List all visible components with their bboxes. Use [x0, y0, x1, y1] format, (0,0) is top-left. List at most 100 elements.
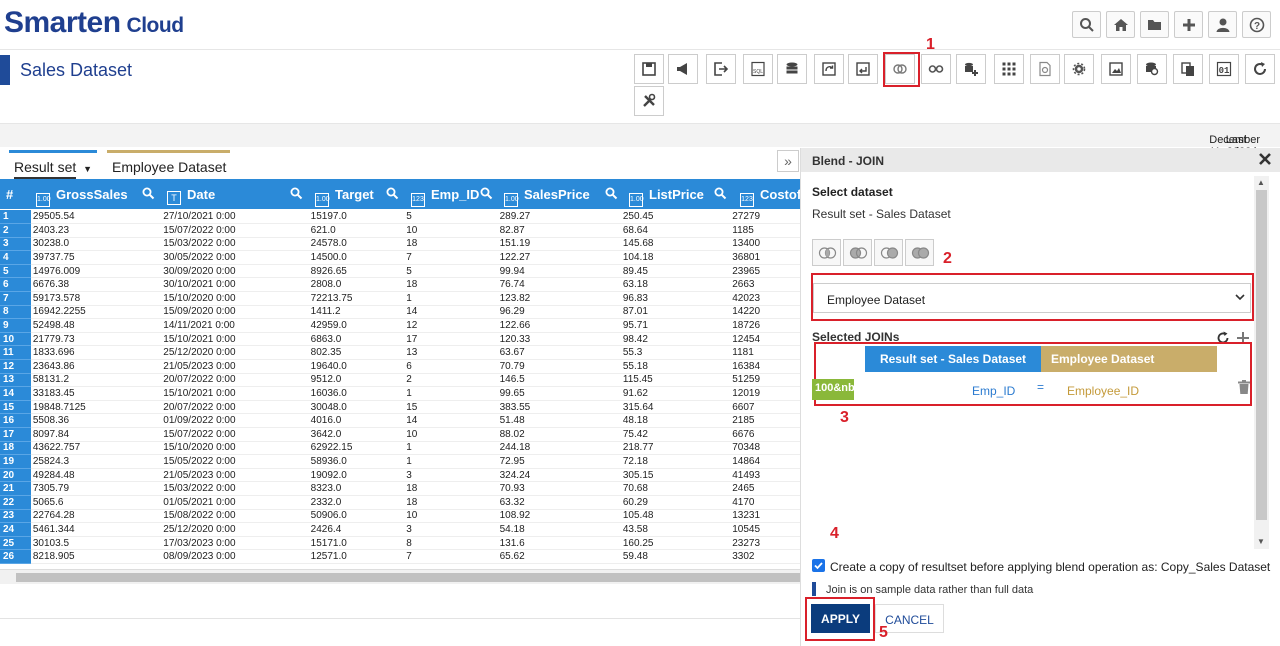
table-cell[interactable]: 12454 [730, 332, 800, 347]
table-cell[interactable]: 621.0 [308, 223, 405, 238]
table-cell[interactable]: 25/12/2020 0:00 [161, 522, 309, 537]
table-cell[interactable]: 19848.7125 [30, 400, 162, 415]
search-icon[interactable] [386, 179, 399, 209]
table-cell[interactable]: 10 [404, 427, 498, 442]
table-cell[interactable]: 9512.0 [308, 373, 405, 388]
table-cell[interactable]: 23273 [730, 536, 800, 551]
save-icon[interactable] [634, 54, 664, 84]
table-cell[interactable]: 10 [404, 223, 498, 238]
table-cell[interactable]: 383.55 [497, 400, 621, 415]
copy-resultset-checkbox[interactable] [812, 559, 825, 572]
table-cell[interactable]: 41493 [730, 468, 800, 483]
table-cell[interactable]: 6 [404, 359, 498, 374]
table-row[interactable]: 13 58131.2 20/07/2022 0:00 9512.0 2 146.5 115.… [0, 373, 800, 388]
table-cell[interactable]: 12019 [730, 386, 800, 401]
table-cell[interactable]: 54.18 [497, 522, 621, 537]
table-row[interactable]: 10 21779.73 15/10/2021 0:00 6863.0 17 120.33 9… [0, 332, 800, 347]
table-cell[interactable]: 8323.0 [308, 481, 405, 496]
col-header-target[interactable]: 1.00 Target [315, 179, 374, 209]
scrollbar-thumb[interactable] [1256, 190, 1267, 520]
table-cell[interactable]: 63.32 [497, 495, 621, 510]
table-cell[interactable]: 29505.54 [30, 210, 162, 225]
table-row[interactable]: 3 30238.0 15/03/2022 0:00 24578.0 18 151.19 14… [0, 237, 800, 252]
table-cell[interactable]: 6676 [730, 427, 800, 442]
table-cell[interactable]: 52498.48 [30, 318, 162, 333]
table-cell[interactable]: 324.24 [497, 468, 621, 483]
table-cell[interactable]: 2403.23 [30, 223, 162, 238]
table-cell[interactable]: 1 [404, 386, 498, 401]
table-cell[interactable]: 30/10/2021 0:00 [161, 277, 309, 293]
table-cell[interactable]: 244.18 [497, 441, 621, 456]
export-icon[interactable] [706, 54, 736, 84]
transform-icon[interactable] [814, 54, 844, 84]
table-cell[interactable]: 15/09/2020 0:00 [161, 305, 309, 320]
table-cell[interactable]: 3 [404, 468, 498, 483]
table-cell[interactable]: 98.42 [620, 332, 731, 347]
help-icon[interactable]: ? [1242, 11, 1271, 38]
announce-icon[interactable] [668, 54, 698, 84]
table-cell[interactable]: 1833.696 [30, 345, 162, 361]
table-row[interactable]: 26 8218.905 08/09/2023 0:00 12571.0 7 65.62 59… [0, 549, 800, 564]
table-cell[interactable]: 91.62 [620, 386, 731, 401]
table-cell[interactable]: 30/09/2020 0:00 [161, 264, 309, 279]
table-cell[interactable]: 59173.578 [30, 291, 162, 306]
table-cell[interactable]: 30/05/2022 0:00 [161, 250, 309, 265]
table-row[interactable]: 1 29505.54 27/10/2021 0:00 15197.0 5 289.27 25… [0, 210, 800, 225]
table-cell[interactable]: 13 [404, 345, 498, 361]
table-cell[interactable]: 70348 [730, 441, 800, 456]
table-cell[interactable]: 15171.0 [308, 536, 405, 551]
table-cell[interactable]: 16384 [730, 359, 800, 374]
table-cell[interactable]: 43.58 [620, 522, 731, 537]
table-cell[interactable]: 15/10/2021 0:00 [161, 386, 309, 401]
tab-result-set[interactable]: Result set ▼ [9, 150, 97, 179]
table-row[interactable]: 21 7305.79 15/03/2022 0:00 8323.0 18 70.93 70.… [0, 481, 800, 496]
image-icon[interactable] [1101, 54, 1131, 84]
table-cell[interactable]: 6607 [730, 400, 800, 415]
table-row[interactable]: 9 52498.48 14/11/2021 0:00 42959.0 12 122.66 9… [0, 318, 800, 333]
table-row[interactable]: 5 14976.009 30/09/2020 0:00 8926.65 5 99.94 89… [0, 264, 800, 279]
table-cell[interactable]: 15197.0 [308, 210, 405, 225]
table-cell[interactable]: 55.3 [620, 345, 731, 361]
search-icon[interactable] [290, 179, 303, 209]
full-join-button[interactable] [905, 239, 934, 266]
search-db-icon[interactable] [1137, 54, 1167, 84]
table-cell[interactable]: 21/05/2023 0:00 [161, 468, 309, 483]
table-cell[interactable]: 49284.48 [30, 468, 162, 483]
table-cell[interactable]: 25824.3 [30, 454, 162, 469]
table-cell[interactable]: 68.64 [620, 223, 731, 238]
table-cell[interactable]: 88.02 [497, 427, 621, 442]
table-cell[interactable]: 70.79 [497, 359, 621, 374]
table-cell[interactable]: 59.48 [620, 549, 731, 564]
table-cell[interactable]: 51259 [730, 373, 800, 388]
table-row[interactable]: 11 1833.696 25/12/2020 0:00 802.35 13 63.67 55… [0, 345, 800, 361]
scroll-down-icon[interactable]: ▼ [1257, 537, 1265, 546]
table-cell[interactable]: 2185 [730, 413, 800, 428]
panel-vertical-scrollbar[interactable]: ▲ ▼ [1254, 176, 1269, 549]
link-icon[interactable] [921, 54, 951, 84]
table-cell[interactable]: 15/05/2022 0:00 [161, 454, 309, 469]
table-cell[interactable]: 24578.0 [308, 237, 405, 252]
table-cell[interactable]: 12571.0 [308, 549, 405, 564]
collapse-panel-button[interactable]: » [777, 150, 799, 172]
table-row[interactable]: 18 43622.757 15/10/2020 0:00 62922.15 1 244.1… [0, 441, 800, 456]
close-icon[interactable] [1258, 152, 1272, 171]
table-cell[interactable]: 15/08/2022 0:00 [161, 509, 309, 524]
join-right-field[interactable]: Employee_ID [1067, 384, 1139, 398]
table-cell[interactable]: 8 [404, 536, 498, 551]
table-cell[interactable]: 120.33 [497, 332, 621, 347]
col-header-date[interactable]: T Date [167, 179, 215, 209]
table-cell[interactable]: 145.68 [620, 237, 731, 252]
table-cell[interactable]: 15/10/2020 0:00 [161, 291, 309, 306]
table-cell[interactable]: 2426.4 [308, 522, 405, 537]
table-cell[interactable]: 99.94 [497, 264, 621, 279]
table-row[interactable]: 23 22764.28 15/08/2022 0:00 50906.0 10 108.92… [0, 509, 800, 524]
table-cell[interactable]: 2465 [730, 481, 800, 496]
refresh-icon[interactable] [1245, 54, 1275, 84]
user-icon[interactable] [1208, 11, 1237, 38]
table-cell[interactable]: 1185 [730, 223, 800, 238]
table-cell[interactable]: 08/09/2023 0:00 [161, 549, 309, 564]
table-cell[interactable]: 55.18 [620, 359, 731, 374]
table-cell[interactable]: 30238.0 [30, 237, 162, 252]
table-cell[interactable]: 315.64 [620, 400, 731, 415]
table-row[interactable]: 8 16942.2255 15/09/2020 0:00 1411.2 14 96.29 8… [0, 305, 800, 320]
